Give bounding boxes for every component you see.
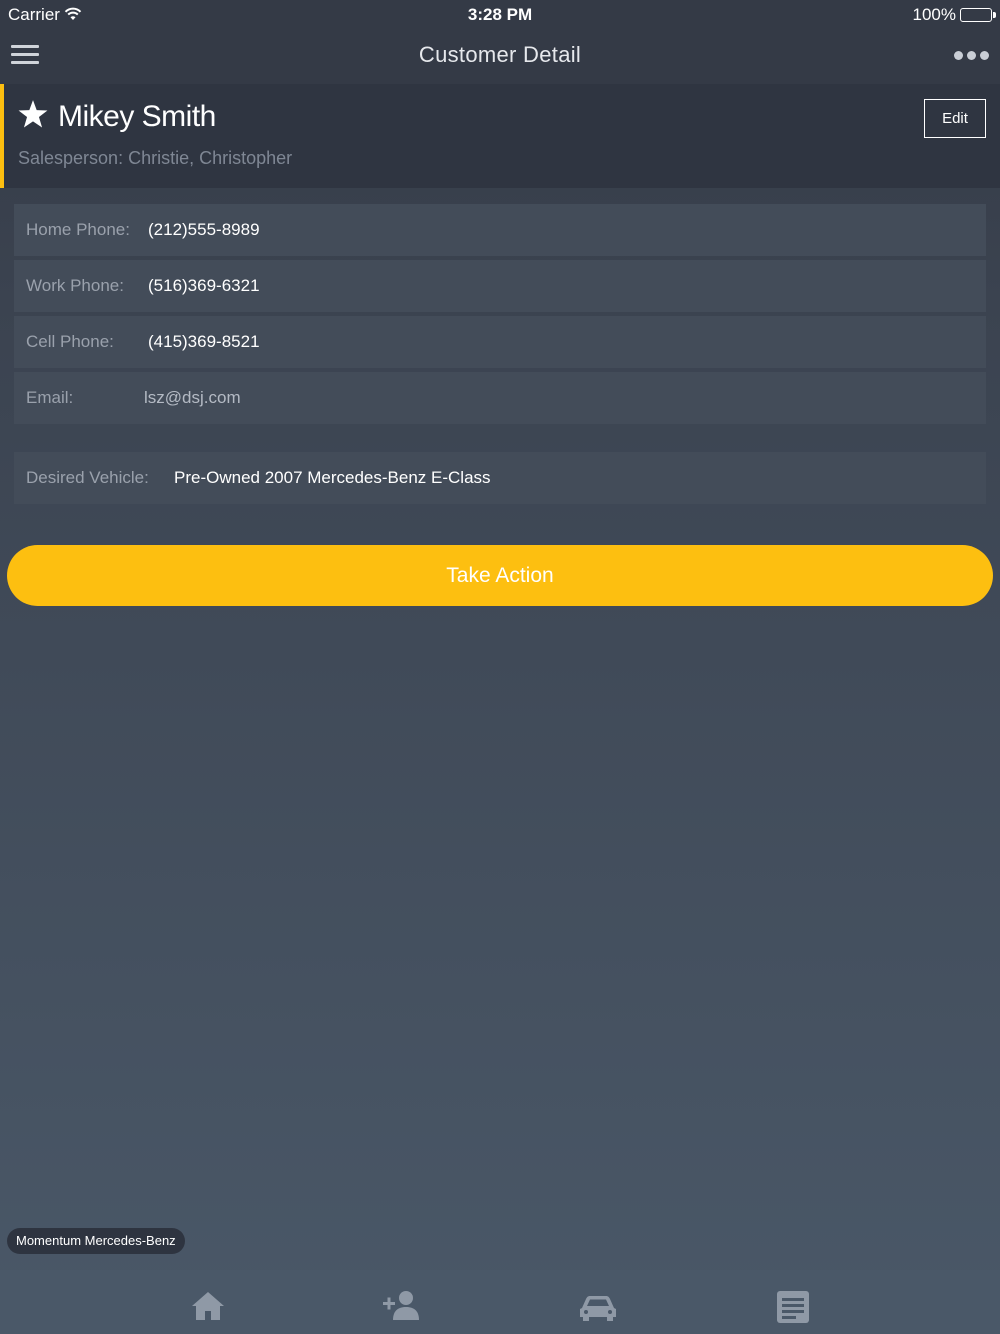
edit-button[interactable]: Edit <box>924 99 986 138</box>
nav-bar: Customer Detail <box>0 28 1000 84</box>
star-icon[interactable] <box>16 98 50 132</box>
home-phone-row[interactable]: Home Phone: (212)555-8989 <box>14 204 986 256</box>
clock: 3:28 PM <box>467 5 533 24</box>
status-bar: Carrier 3:28 PM 100% <box>0 0 1000 28</box>
battery-percent: 100% <box>912 5 956 24</box>
more-dots-icon[interactable] <box>954 46 990 64</box>
battery-icon <box>960 8 996 22</box>
take-action-button[interactable]: Take Action <box>7 545 993 606</box>
cell-phone-row[interactable]: Cell Phone: (415)369-8521 <box>14 316 986 368</box>
desired-vehicle-row[interactable]: Desired Vehicle: Pre-Owned 2007 Mercedes… <box>14 452 986 504</box>
customer-name: Mikey Smith <box>58 100 216 133</box>
desired-vehicle-value: Pre-Owned 2007 Mercedes-Benz E-Class <box>174 468 491 487</box>
email-value[interactable]: lsz@dsj.com <box>144 388 241 408</box>
work-phone-value[interactable]: (516)369-6321 <box>148 276 260 296</box>
customer-header: Mikey Smith Salesperson: Christie, Chris… <box>0 84 1000 188</box>
cell-phone-label: Cell Phone: <box>26 332 114 351</box>
home-phone-value[interactable]: (212)555-8989 <box>148 220 260 240</box>
work-phone-row[interactable]: Work Phone: (516)369-6321 <box>14 260 986 312</box>
add-person-icon[interactable] <box>380 1286 424 1326</box>
home-icon[interactable] <box>186 1286 230 1326</box>
cell-phone-value[interactable]: (415)369-8521 <box>148 332 260 352</box>
work-phone-label: Work Phone: <box>26 276 124 295</box>
car-icon[interactable] <box>576 1286 620 1326</box>
page-title: Customer Detail <box>418 42 582 67</box>
email-label: Email: <box>26 388 74 407</box>
email-row[interactable]: Email: lsz@dsj.com <box>14 372 986 424</box>
desired-vehicle-label: Desired Vehicle: <box>26 468 149 487</box>
dealer-badge: Momentum Mercedes-Benz <box>7 1228 185 1254</box>
tab-bar <box>0 1270 1000 1334</box>
home-phone-label: Home Phone: <box>26 220 130 239</box>
salesperson-label: Salesperson: Christie, Christopher <box>18 148 293 168</box>
document-icon[interactable] <box>771 1286 815 1326</box>
